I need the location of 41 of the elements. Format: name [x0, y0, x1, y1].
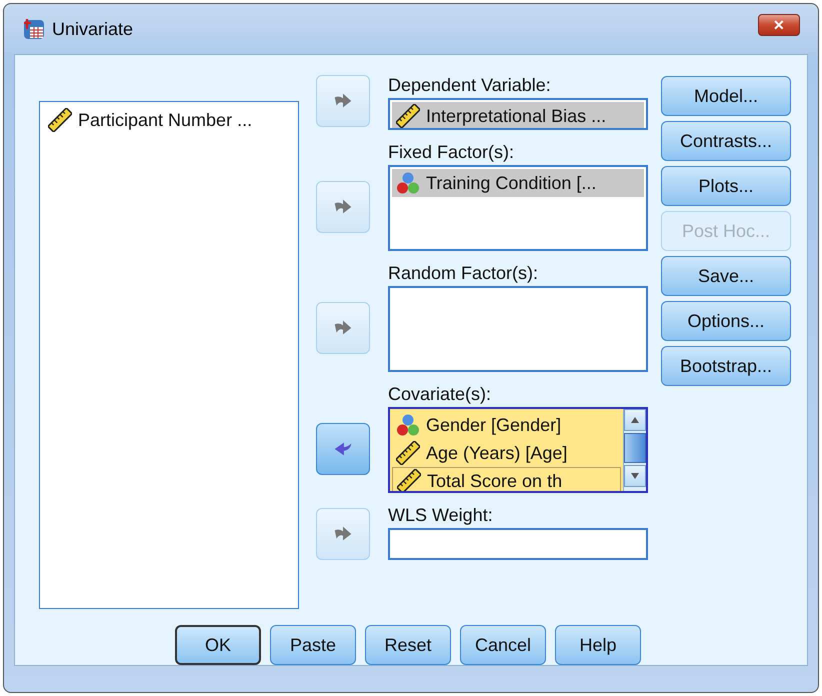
dialog-button[interactable]: Model... [661, 76, 791, 116]
dialog-button[interactable]: OK [175, 625, 261, 665]
dialog-button[interactable]: Bootstrap... [661, 346, 791, 386]
three-balls-icon [396, 413, 420, 437]
dialog-button[interactable]: Cancel [460, 625, 546, 665]
variable-label: Age (Years) [Age] [426, 442, 568, 464]
scrollbar[interactable] [623, 409, 646, 491]
dialog-button[interactable]: Save... [661, 256, 791, 296]
variable-item[interactable]: Gender [Gender] [392, 411, 621, 439]
scroll-thumb[interactable] [624, 433, 646, 463]
dialog-button[interactable]: Options... [661, 301, 791, 341]
scroll-up-icon[interactable] [624, 409, 646, 431]
variable-label: Interpretational Bias ... [426, 106, 606, 126]
dialog-button[interactable]: Reset [365, 625, 451, 665]
dialog-button[interactable]: Plots... [661, 166, 791, 206]
variable-listbox[interactable]: Gender [Gender] Age (Years) [Age] Total Score on th [388, 407, 648, 493]
dialog-button[interactable]: Help [555, 625, 641, 665]
variable-item[interactable]: Total Score on th [392, 467, 621, 491]
close-button[interactable]: ✕ [758, 14, 800, 36]
variable-item[interactable]: Participant Number ... [44, 106, 294, 134]
variable-label: Total Score on th [427, 470, 562, 491]
dialog-button[interactable]: Contrasts... [661, 121, 791, 161]
table-app-icon [22, 17, 46, 41]
variable-item[interactable]: Training Condition [... [392, 169, 644, 197]
variable-field[interactable] [388, 528, 648, 560]
field-label: WLS Weight: [388, 505, 494, 526]
window-title: Univariate [52, 18, 134, 40]
variable-label: Training Condition [... [426, 172, 596, 194]
scroll-down-icon[interactable] [624, 465, 646, 487]
variable-item[interactable]: Age (Years) [Age] [392, 439, 621, 467]
move-arrow-button[interactable] [316, 422, 370, 474]
field-label: Covariate(s): [388, 384, 492, 405]
field-label: Random Factor(s): [388, 263, 540, 284]
variable-label: Participant Number ... [78, 110, 252, 130]
three-balls-icon [396, 171, 420, 195]
dialog-button[interactable]: Paste [270, 625, 356, 665]
variable-label: Gender [Gender] [426, 414, 562, 436]
variable-listbox[interactable]: Training Condition [... [388, 165, 648, 251]
field-label: Fixed Factor(s): [388, 142, 516, 163]
field-label: Dependent Variable: [388, 75, 552, 96]
variable-listbox[interactable] [388, 286, 648, 372]
